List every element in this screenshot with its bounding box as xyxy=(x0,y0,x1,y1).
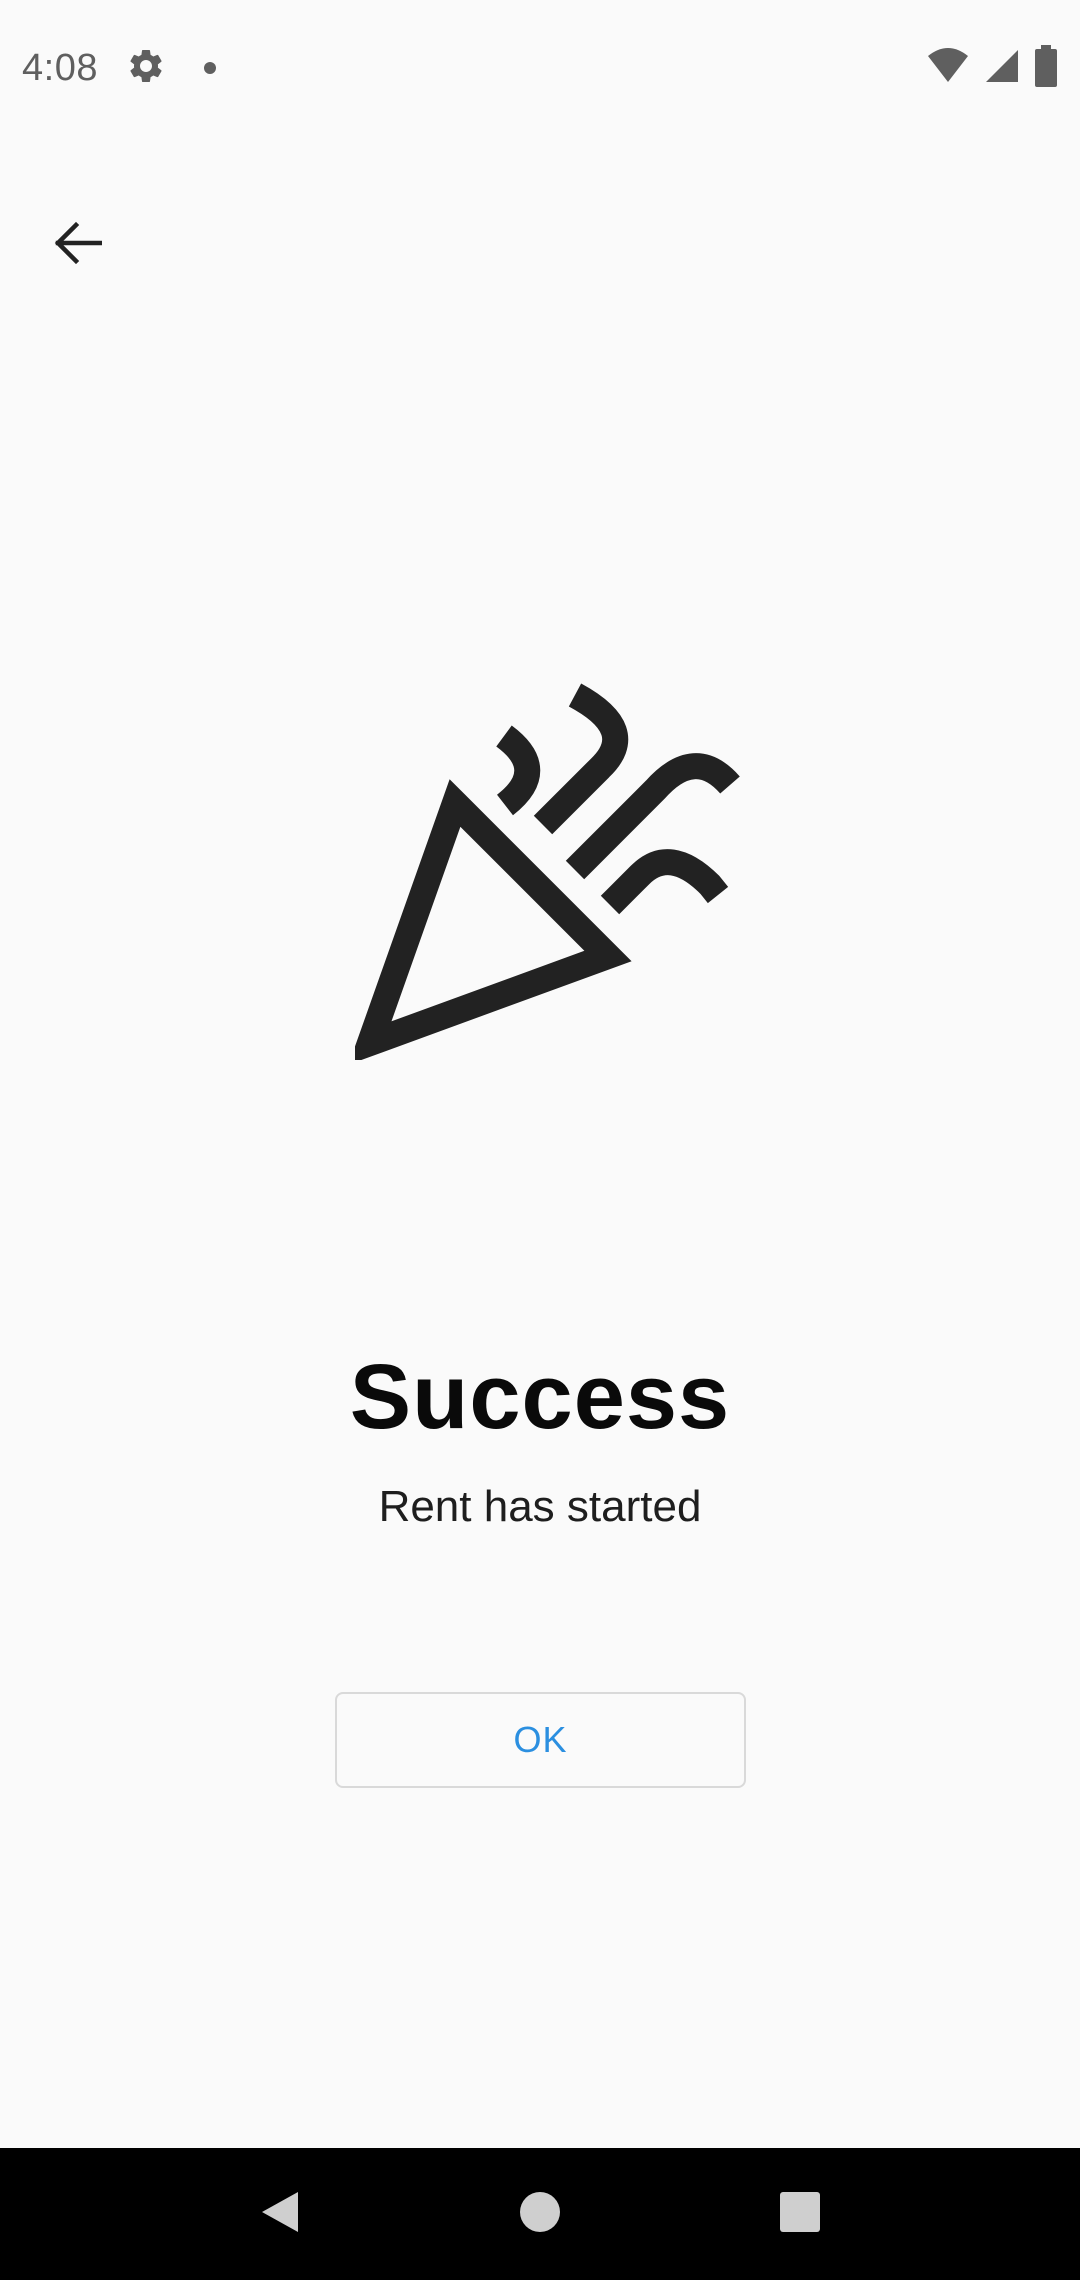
back-button[interactable] xyxy=(32,200,122,290)
battery-icon xyxy=(1034,44,1058,92)
arrow-left-icon xyxy=(52,221,103,270)
ok-button[interactable]: OK xyxy=(335,1692,746,1788)
gear-icon xyxy=(126,46,166,91)
page-title: Success xyxy=(349,1346,731,1448)
status-bar: 4:08 xyxy=(0,0,1080,136)
screen: 4:08 Success Rent has started OK xyxy=(0,0,1080,2280)
page-subtitle: Rent has started xyxy=(378,1482,702,1531)
status-right xyxy=(926,44,1058,92)
nav-recents-button[interactable] xyxy=(760,2174,840,2254)
signal-icon xyxy=(984,46,1020,91)
navigation-bar xyxy=(0,2148,1080,2280)
wifi-icon xyxy=(926,46,970,91)
nav-home-button[interactable] xyxy=(500,2174,580,2254)
nav-back-button[interactable] xyxy=(240,2174,320,2254)
status-left: 4:08 xyxy=(22,46,216,91)
recents-square-icon xyxy=(778,2190,822,2239)
party-popper-icon xyxy=(348,680,755,1065)
back-triangle-icon xyxy=(258,2188,302,2241)
home-circle-icon xyxy=(518,2190,562,2239)
status-time: 4:08 xyxy=(22,46,98,89)
notification-dot xyxy=(203,62,216,74)
